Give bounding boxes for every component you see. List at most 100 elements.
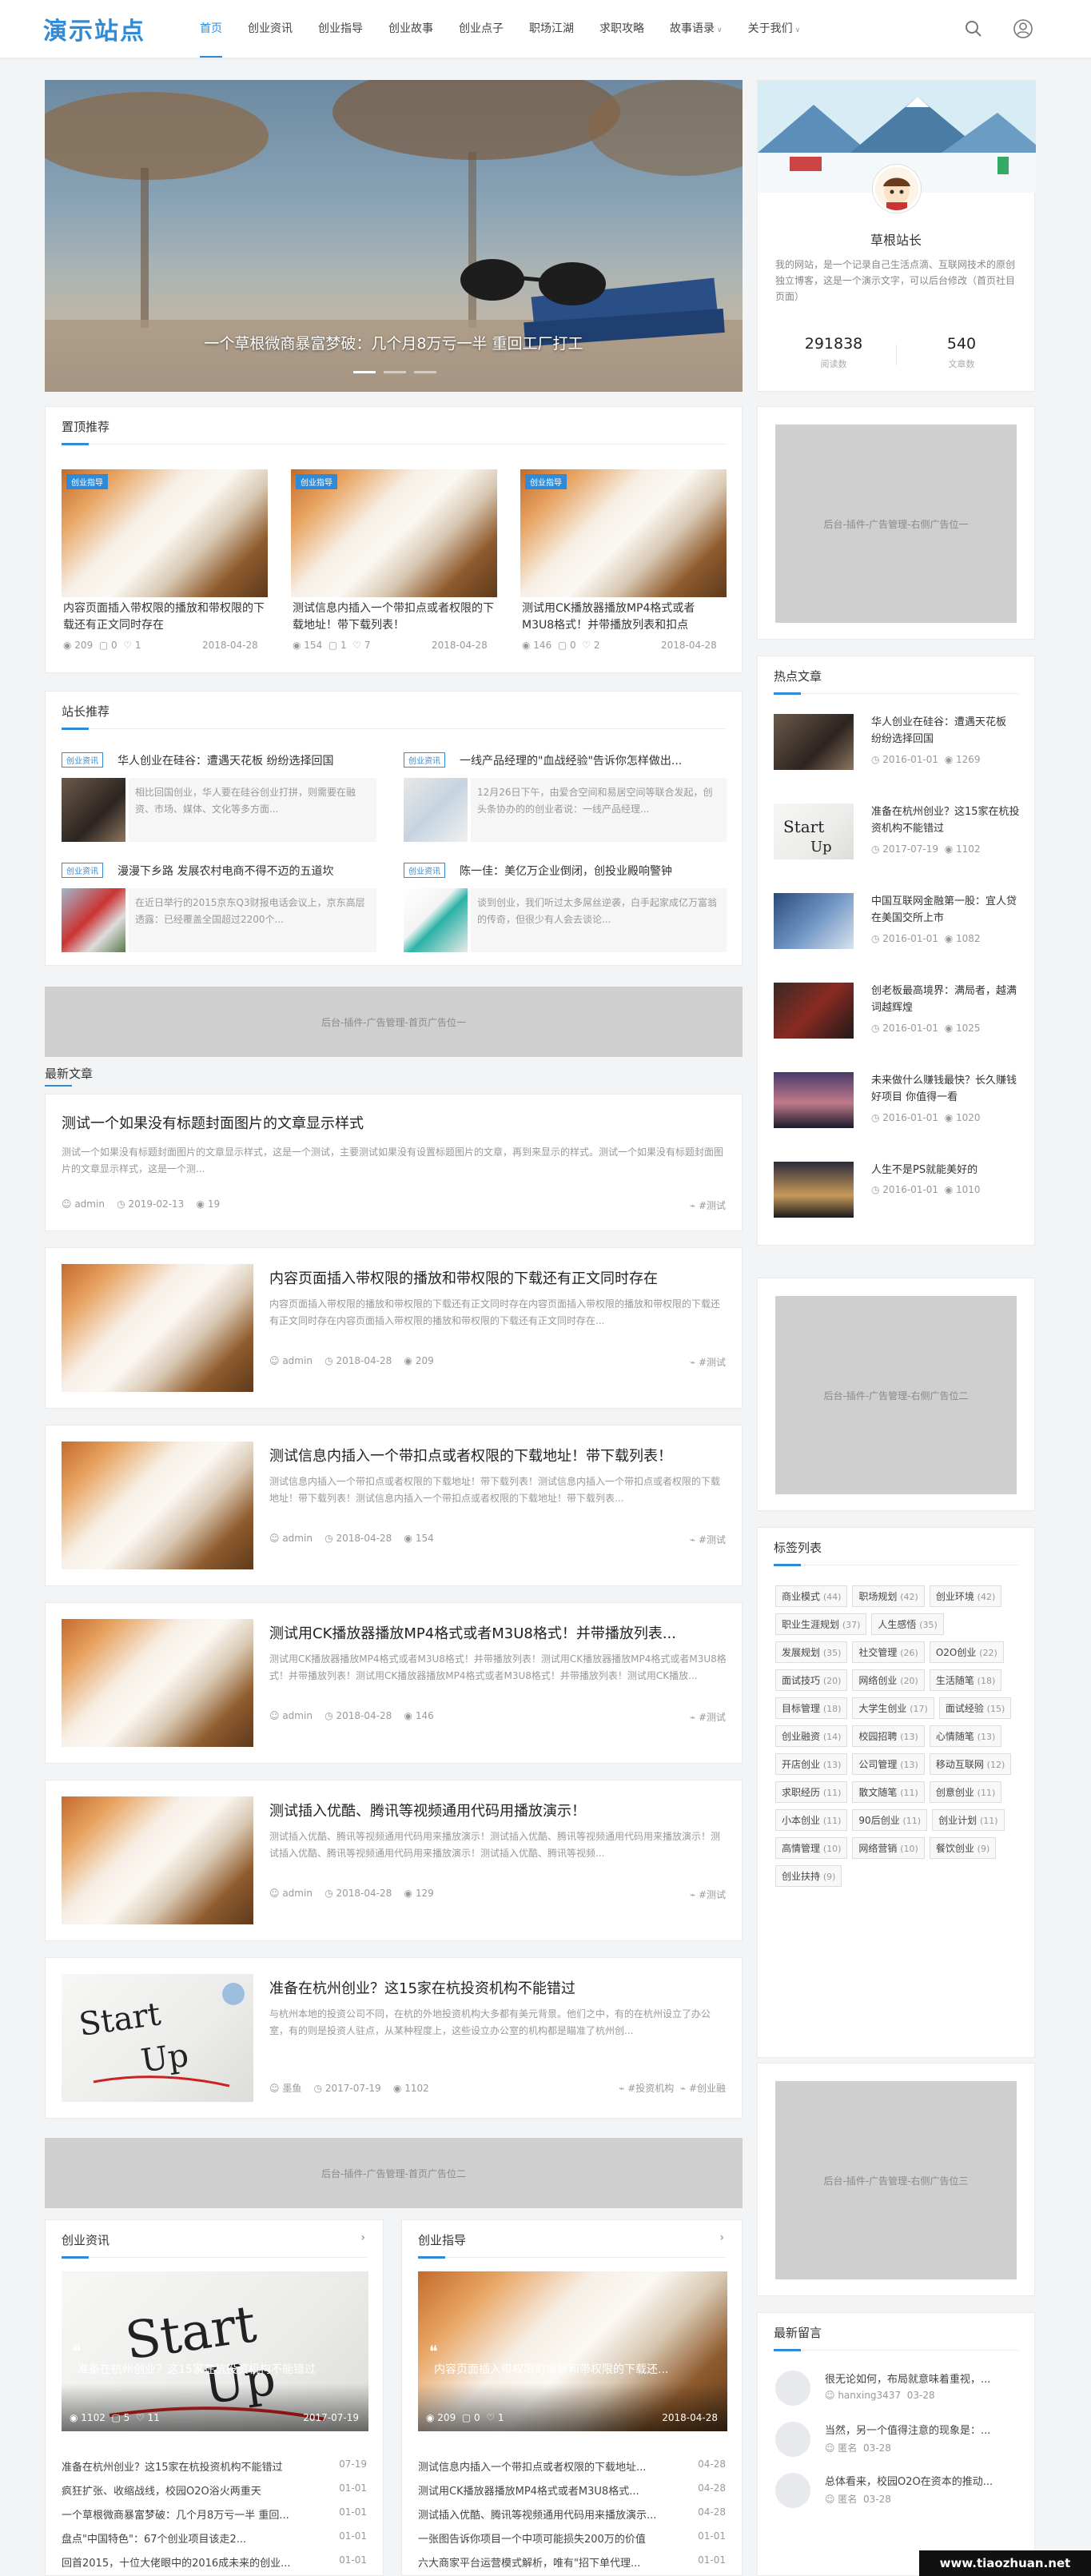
post-thumbnail[interactable]: [404, 778, 468, 842]
post-tag[interactable]: ⌁ #测试: [690, 1355, 726, 1369]
list-item[interactable]: 一个草根微商暴富梦破：几个月8万亏一半 重回...: [62, 2506, 317, 2522]
site-logo[interactable]: 演示站点: [43, 11, 145, 46]
category-badge[interactable]: 创业指导: [66, 474, 108, 489]
nav-about[interactable]: 关于我们 ∨: [735, 0, 814, 58]
list-item[interactable]: 一张图告诉你项目一个中项可能损失200万的价值: [418, 2530, 674, 2546]
category-badge[interactable]: 创业指导: [296, 474, 337, 489]
post-thumbnail[interactable]: [404, 888, 468, 952]
post-thumbnail[interactable]: [62, 1796, 253, 1924]
user-icon[interactable]: [1012, 18, 1034, 40]
tag-chip[interactable]: 生活随笔 (18): [929, 1669, 1002, 1691]
chevron-right-icon[interactable]: ›: [360, 2231, 365, 2244]
list-item[interactable]: 准备在杭州创业？这15家在杭投资机构不能错过: [62, 2458, 317, 2474]
tag-chip[interactable]: 小本创业 (11): [775, 1809, 848, 1831]
post-thumbnail[interactable]: [62, 1619, 253, 1747]
tag-chip[interactable]: 面试技巧 (20): [775, 1669, 848, 1691]
tag-chip[interactable]: 职业生涯规划 (37): [775, 1613, 867, 1635]
list-item[interactable]: 测试信息内插入一个带扣点或者权限的下载地址...: [418, 2458, 674, 2474]
post-tags[interactable]: ⌁ #投资机构 ⌁ #创业融: [619, 2081, 726, 2095]
nav-quotes[interactable]: 故事语录 ∨: [657, 0, 735, 58]
list-item[interactable]: 六大商家平台运营模式解析，唯有"招下单代理...: [418, 2554, 674, 2570]
post-title[interactable]: 测试一个如果没有标题封面图片的文章显示样式: [62, 1112, 725, 1133]
post-title[interactable]: 漫漫下乡路 发展农村电商不得不迈的五道坎: [117, 863, 373, 879]
hot-title[interactable]: 中国互联网金融第一股：宜人贷在美国交所上市: [871, 893, 1020, 927]
nav-news[interactable]: 创业资讯: [235, 0, 305, 58]
nav-guide[interactable]: 创业指导: [305, 0, 376, 58]
post-tag[interactable]: ⌁ #测试: [690, 1198, 726, 1212]
tag-chip[interactable]: 餐饮创业 (9): [929, 1837, 997, 1859]
tag-chip[interactable]: 创意创业 (11): [929, 1781, 1002, 1803]
tag-chip[interactable]: 高情管理 (10): [775, 1837, 848, 1859]
nav-stories[interactable]: 创业故事: [376, 0, 446, 58]
tag-label[interactable]: #创业融: [689, 2083, 726, 2094]
tag-chip[interactable]: 散文随笔 (11): [852, 1781, 925, 1803]
author[interactable]: admin: [282, 1355, 313, 1366]
post-tag[interactable]: ⌁ #测试: [690, 1888, 726, 1901]
post-thumbnail[interactable]: [62, 1442, 253, 1569]
tag-chip[interactable]: 心情随笔 (13): [929, 1725, 1002, 1747]
list-item[interactable]: 回首2015，十位大佬眼中的2016成未来的创业...: [62, 2554, 317, 2570]
tag-chip[interactable]: 发展规划 (35): [775, 1641, 848, 1663]
hot-title[interactable]: 未来做什么赚钱最快？长久赚钱好项目 你值得一看: [871, 1072, 1020, 1106]
hot-thumbnail[interactable]: [774, 983, 854, 1039]
tag-chip[interactable]: 目标管理 (18): [775, 1697, 848, 1719]
comment-text[interactable]: 总体看来，校园O2O在资本的推动...: [825, 2473, 1017, 2488]
tag-chip[interactable]: O2O创业 (22): [929, 1641, 1004, 1663]
ad-slot-right-3[interactable]: 后台-插件-广告管理-右侧广告位三: [775, 2081, 1017, 2279]
slider-caption[interactable]: 一个草根微商暴富梦破：几个月8万亏一半 重回工厂打工: [45, 332, 743, 353]
author[interactable]: admin: [282, 1710, 313, 1721]
tag-chip[interactable]: 创业环境 (42): [929, 1585, 1002, 1607]
tag-chip[interactable]: 职场规划 (42): [852, 1585, 925, 1607]
author[interactable]: admin: [74, 1198, 105, 1210]
tag-chip[interactable]: 求职经历 (11): [775, 1781, 848, 1803]
slider-dot[interactable]: [353, 371, 376, 373]
ad-slot-right-2[interactable]: 后台-插件-广告管理-右侧广告位二: [775, 1296, 1017, 1494]
author[interactable]: admin: [282, 1888, 313, 1899]
commenter-avatar[interactable]: [775, 2422, 810, 2457]
tag-chip[interactable]: 创业融资 (14): [775, 1725, 848, 1747]
feature-title[interactable]: 内容页面插入带权限的播放和带权限的下载还...: [434, 2361, 714, 2377]
list-item[interactable]: 疯狂扩张、收缩战线，校园O2O浴火两重天: [62, 2482, 317, 2498]
search-icon[interactable]: [962, 18, 985, 40]
post-title[interactable]: 准备在杭州创业？这15家在杭投资机构不能错过: [269, 1977, 725, 1998]
author[interactable]: 墨鱼: [282, 2083, 301, 2094]
tag-chip[interactable]: 网络营销 (10): [852, 1837, 925, 1859]
hot-title[interactable]: 准备在杭州创业？这15家在杭投资机构不能错过: [871, 804, 1020, 837]
commenter-avatar[interactable]: [775, 2473, 810, 2508]
tag-chip[interactable]: 创业扶持 (9): [775, 1865, 842, 1887]
category-badge[interactable]: 创业资讯: [62, 752, 103, 768]
chevron-right-icon[interactable]: ›: [719, 2231, 724, 2244]
comment-text[interactable]: 很无论如何，布局就意味着重视，...: [825, 2371, 1017, 2386]
post-title[interactable]: 一线产品经理的"血战经验"告诉你怎样做出...: [460, 752, 723, 768]
hot-thumbnail[interactable]: Start Up: [774, 804, 854, 859]
category-badge[interactable]: 创业资讯: [404, 863, 445, 878]
slider-dot[interactable]: [414, 371, 436, 373]
feature-image[interactable]: [418, 2271, 727, 2431]
hot-thumbnail[interactable]: [774, 1162, 854, 1218]
post-thumbnail[interactable]: [62, 778, 125, 842]
hot-title[interactable]: 创老板最高境界：满局者，越满词越辉煌: [871, 983, 1020, 1016]
post-tag[interactable]: ⌁ #测试: [690, 1533, 726, 1546]
post-title[interactable]: 测试用CK播放器播放MP4格式或者M3U8格式！并带播放列表...: [269, 1622, 725, 1643]
slider-dot[interactable]: [384, 371, 406, 373]
commenter-avatar[interactable]: [775, 2371, 810, 2406]
tag-chip[interactable]: 公司管理 (13): [852, 1753, 925, 1775]
post-title[interactable]: 内容页面插入带权限的播放和带权限的下载还有正文同时存在: [269, 1267, 725, 1288]
nav-ideas[interactable]: 创业点子: [446, 0, 516, 58]
tag-chip[interactable]: 社交管理 (26): [852, 1641, 925, 1663]
hot-title[interactable]: 华人创业在硅谷：遭遇天花板 纷纷选择回国: [871, 714, 1020, 748]
nav-jobs[interactable]: 求职攻略: [587, 0, 657, 58]
post-title[interactable]: 华人创业在硅谷：遭遇天花板 纷纷选择回国: [117, 752, 373, 768]
tag-chip[interactable]: 大学生创业 (17): [852, 1697, 934, 1719]
post-thumbnail[interactable]: [62, 888, 125, 952]
post-thumbnail[interactable]: [62, 1264, 253, 1392]
ad-slot-home-2[interactable]: 后台-插件-广告管理-首页广告位二: [45, 2138, 743, 2208]
tag-chip[interactable]: 创业计划 (11): [932, 1809, 1005, 1831]
post-thumbnail[interactable]: Start Up: [62, 1974, 253, 2102]
post-title[interactable]: 陈一佳：美亿万企业倒闭，创投业殿响警钟: [460, 863, 723, 879]
tag-label[interactable]: #投资机构: [627, 2083, 674, 2094]
hot-thumbnail[interactable]: [774, 893, 854, 949]
tag-chip[interactable]: 网络创业 (20): [852, 1669, 925, 1691]
post-title[interactable]: 内容页面插入带权限的播放和带权限的下载还有正文同时存在: [63, 600, 266, 634]
tag-chip[interactable]: 90后创业 (11): [852, 1809, 928, 1831]
